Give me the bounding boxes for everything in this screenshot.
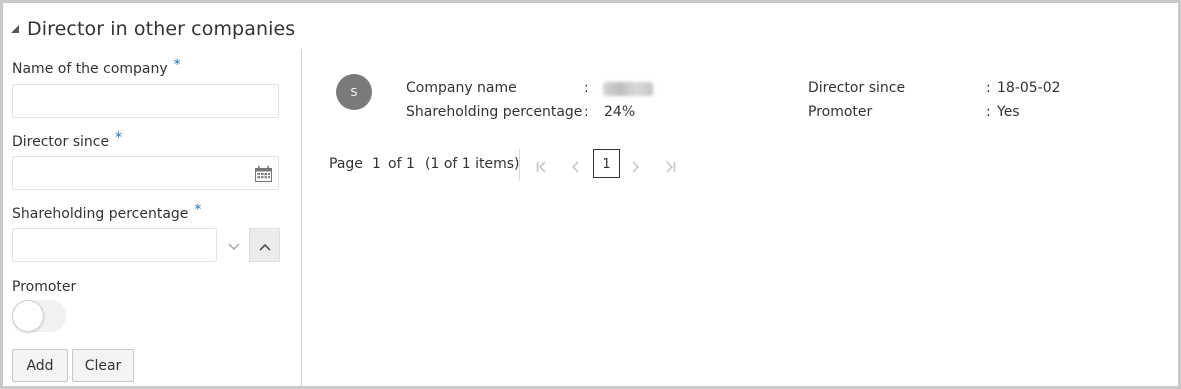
director-since-value: 18-05-02 bbox=[997, 80, 1061, 96]
company-name-label-text: Name of the company bbox=[12, 61, 168, 77]
previous-page-icon[interactable] bbox=[571, 158, 579, 177]
section-header[interactable]: Director in other companies bbox=[9, 15, 295, 43]
promoter-toggle[interactable] bbox=[12, 300, 66, 332]
promoter-value: Yes bbox=[997, 104, 1020, 120]
promoter-label: Promoter bbox=[12, 279, 77, 295]
chevron-up-icon bbox=[258, 236, 271, 255]
shareholding-input[interactable] bbox=[12, 228, 217, 262]
required-marker: * bbox=[194, 202, 202, 218]
required-marker: * bbox=[115, 130, 123, 146]
decrement-button[interactable] bbox=[219, 228, 248, 262]
shareholding-label-text: Shareholding percentage bbox=[12, 206, 189, 222]
collapse-triangle-icon[interactable] bbox=[9, 23, 21, 35]
shareholding-separator: : bbox=[584, 104, 589, 120]
company-name-label: Name of the company * bbox=[12, 57, 181, 77]
company-name-input[interactable] bbox=[12, 84, 279, 118]
last-page-icon[interactable] bbox=[665, 158, 676, 177]
increment-button[interactable] bbox=[249, 228, 280, 262]
first-page-icon[interactable] bbox=[536, 158, 547, 177]
pager-divider bbox=[519, 149, 520, 181]
section-title: Director in other companies bbox=[27, 18, 296, 40]
director-form: Name of the company * Director since * S… bbox=[9, 49, 301, 385]
company-name-key: Company name bbox=[406, 80, 517, 96]
next-page-icon[interactable] bbox=[632, 158, 640, 177]
company-name-value-redacted bbox=[603, 82, 653, 96]
director-companies-panel: Director in other companies Name of the … bbox=[0, 0, 1181, 389]
promoter-key: Promoter bbox=[808, 104, 873, 120]
director-since-separator: : bbox=[986, 80, 991, 96]
director-since-key: Director since bbox=[808, 80, 906, 96]
page-button-1[interactable]: 1 bbox=[593, 149, 620, 178]
director-records: S Company name : Shareholding percentage… bbox=[302, 49, 1178, 385]
clear-button[interactable]: Clear bbox=[72, 349, 134, 382]
director-since-date-input[interactable] bbox=[12, 156, 279, 190]
shareholding-label: Shareholding percentage * bbox=[12, 202, 201, 222]
items-summary: (1 of 1 items) bbox=[425, 156, 520, 172]
director-since-label-text: Director since bbox=[12, 134, 110, 150]
add-button[interactable]: Add bbox=[12, 349, 68, 382]
shareholding-key: Shareholding percentage bbox=[406, 104, 583, 120]
toggle-knob bbox=[12, 300, 44, 332]
chevron-down-icon bbox=[227, 236, 240, 255]
required-marker: * bbox=[173, 57, 181, 73]
avatar: S bbox=[336, 74, 372, 110]
calendar-icon[interactable] bbox=[255, 166, 272, 186]
director-since-label: Director since * bbox=[12, 130, 122, 150]
shareholding-value: 24% bbox=[604, 104, 636, 120]
promoter-separator: : bbox=[986, 104, 991, 120]
page-count: of 1 bbox=[388, 156, 415, 172]
company-name-separator: : bbox=[584, 80, 589, 96]
page-word: Page bbox=[329, 156, 363, 172]
current-page-number[interactable]: 1 bbox=[372, 156, 381, 172]
